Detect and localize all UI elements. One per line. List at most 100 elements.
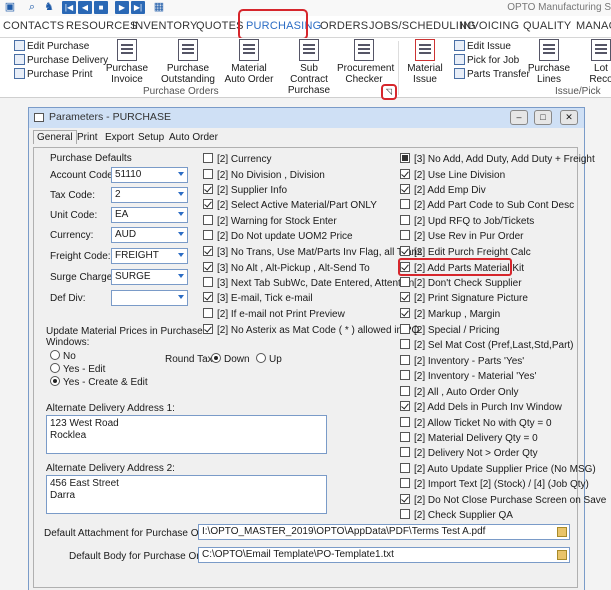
def-div-select[interactable] <box>111 290 188 306</box>
search-icon[interactable]: ⌕ <box>25 1 39 14</box>
email-not-print-preview-checkbox[interactable]: [2] If e-mail not Print Preview <box>203 308 345 321</box>
def-div-label: Def Div: <box>50 293 86 304</box>
next-record-icon[interactable]: ▶ <box>115 1 129 14</box>
material-kit-highlight <box>398 258 512 276</box>
unit-code-select[interactable]: EA <box>111 207 188 223</box>
parts-transfer-button[interactable]: Parts Transfer <box>454 68 530 82</box>
round-tax-down-radio[interactable]: Down <box>211 353 250 366</box>
tab-inventory[interactable]: INVENTORY <box>132 20 198 32</box>
no-alt-checkbox[interactable]: [3] No Alt , Alt-Pickup , Alt-Send To <box>203 262 370 275</box>
tab-setup[interactable]: Setup <box>138 132 164 143</box>
no-asterix-checkbox[interactable]: [2] No Asterix as Mat Code ( * ) allowed… <box>203 324 419 337</box>
edit-purchase-button[interactable]: Edit Purchase <box>14 40 89 54</box>
inventory-parts-checkbox[interactable]: [2] Inventory - Parts 'Yes' <box>400 355 524 368</box>
purchase-outstanding-button[interactable]: Purchase Outstanding <box>160 39 216 85</box>
tab-export[interactable]: Export <box>105 132 134 143</box>
select-active-material-checkbox[interactable]: [2] Select Active Material/Part ONLY <box>203 199 377 212</box>
warning-stock-enter-checkbox[interactable]: [2] Warning for Stock Enter <box>203 215 337 228</box>
inventory-material-checkbox[interactable]: [2] Inventory - Material 'Yes' <box>400 370 536 383</box>
round-tax-up-radio[interactable]: Up <box>256 353 282 366</box>
tab-manage[interactable]: MANAG <box>576 20 611 32</box>
lot-reco-button[interactable]: Lot Reco <box>586 39 611 85</box>
maximize-button[interactable]: □ <box>534 110 552 125</box>
surge-charge-select[interactable]: SURGE <box>111 269 188 285</box>
attachment-path-input[interactable]: I:\OPTO_MASTER_2019\OPTO\AppData\PDF\Ter… <box>198 524 570 540</box>
update-prices-yes-edit-radio[interactable]: Yes - Edit <box>50 363 105 376</box>
tab-print[interactable]: Print <box>77 132 98 143</box>
use-line-division-checkbox[interactable]: [2] Use Line Division <box>400 169 505 182</box>
edit-issue-button[interactable]: Edit Issue <box>454 40 511 54</box>
purchase-delivery-button[interactable]: Purchase Delivery <box>14 54 108 68</box>
minimize-button[interactable]: – <box>510 110 528 125</box>
dialog-title: Parameters - PURCHASE <box>49 111 171 123</box>
no-trans-checkbox[interactable]: [3] No Trans, Use Mat/Parts Inv Flag, al… <box>203 246 422 259</box>
procurement-checker-button[interactable]: Procurement Checker <box>337 39 394 85</box>
do-not-update-uom2-checkbox[interactable]: [2] Do Not update UOM2 Price <box>203 230 353 243</box>
no-division-checkbox[interactable]: [2] No Division , Division <box>203 169 325 182</box>
sub-contract-purchase-button[interactable]: Sub Contract Purchase <box>281 39 337 96</box>
currency-select[interactable]: AUD <box>111 227 188 243</box>
purchase-invoice-button[interactable]: Purchase Invoice <box>103 39 151 85</box>
tab-quality[interactable]: QUALITY <box>523 20 571 32</box>
check-supplier-qa-checkbox[interactable]: [2] Check Supplier QA <box>400 509 513 522</box>
tab-orders[interactable]: ORDERS <box>320 20 368 32</box>
edit-purchase-icon <box>14 40 25 51</box>
add-part-code-checkbox[interactable]: [2] Add Part Code to Sub Cont Desc <box>400 199 574 212</box>
alt-address-2-textarea[interactable]: 456 East Street Darra <box>46 475 327 514</box>
markup-margin-checkbox[interactable]: [2] Markup , Margin <box>400 308 500 321</box>
purchase-lines-button[interactable]: Purchase Lines <box>527 39 571 85</box>
special-pricing-checkbox[interactable]: [2] Special / Pricing <box>400 324 500 337</box>
account-code-select[interactable]: 51110 <box>111 167 188 183</box>
add-dels-checkbox[interactable]: [2] Add Dels in Purch Inv Window <box>400 401 562 414</box>
tab-resources[interactable]: RESOURCES <box>66 20 137 32</box>
purchase-print-icon <box>14 68 25 79</box>
tab-general[interactable]: General <box>33 130 77 144</box>
tab-quotes[interactable]: QUOTES <box>196 20 244 32</box>
window-icon <box>34 113 44 122</box>
dialog-launcher-button[interactable]: ◹ <box>381 84 397 100</box>
purchase-print-button[interactable]: Purchase Print <box>14 68 93 82</box>
first-record-icon[interactable]: |◀ <box>62 1 76 14</box>
import-text-checkbox[interactable]: [2] Import Text [2] (Stock) / [4] (Job Q… <box>400 478 589 491</box>
pick-for-job-button[interactable]: Pick for Job <box>454 54 519 68</box>
upd-rfq-checkbox[interactable]: [2] Upd RFQ to Job/Tickets <box>400 215 534 228</box>
next-tab-subwc-checkbox[interactable]: [3] Next Tab SubWc, Date Entered, Attent… <box>203 277 414 290</box>
update-prices-yes-create-edit-radio[interactable]: Yes - Create & Edit <box>50 376 148 389</box>
supplier-info-checkbox[interactable]: [2] Supplier Info <box>203 184 287 197</box>
print-signature-checkbox[interactable]: [2] Print Signature Picture <box>400 292 528 305</box>
purchase-delivery-icon <box>14 54 25 65</box>
last-record-icon[interactable]: ▶| <box>131 1 145 14</box>
all-auto-order-checkbox[interactable]: [2] All , Auto Order Only <box>400 386 519 399</box>
stop-icon[interactable]: ■ <box>94 1 108 14</box>
do-not-close-purchase-checkbox[interactable]: [2] Do Not Close Purchase Screen on Save <box>400 494 606 507</box>
delivery-not-order-qty-checkbox[interactable]: [2] Delivery Not > Order Qty <box>400 447 538 460</box>
material-issue-button[interactable]: Material Issue <box>404 39 446 85</box>
tab-invoicing[interactable]: INVOICING <box>460 20 519 32</box>
dont-check-supplier-checkbox[interactable]: [2] Don't Check Supplier <box>400 277 522 290</box>
freight-code-select[interactable]: FREIGHT <box>111 248 188 264</box>
body-path-input[interactable]: C:\OPTO\Email Template\PO-Template1.txt <box>198 547 570 563</box>
tab-auto-order[interactable]: Auto Order <box>169 132 218 143</box>
chevron-down-icon <box>178 172 184 176</box>
currency-checkbox[interactable]: [2] Currency <box>203 153 271 166</box>
alt-address-1-textarea[interactable]: 123 West Road Rocklea <box>46 415 327 454</box>
update-prices-no-radio[interactable]: No <box>50 350 76 363</box>
close-button[interactable]: ✕ <box>560 110 578 125</box>
no-add-duty-checkbox[interactable]: [3] No Add, Add Duty, Add Duty + Freight <box>400 153 595 166</box>
browse-folder-icon[interactable] <box>557 527 567 537</box>
binoculars-icon[interactable]: ♞ <box>42 1 56 14</box>
sel-mat-cost-checkbox[interactable]: [2] Sel Mat Cost (Pref,Last,Std,Part) <box>400 339 574 352</box>
email-tick-checkbox[interactable]: [3] E-mail, Tick e-mail <box>203 292 313 305</box>
tax-code-select[interactable]: 2 <box>111 187 188 203</box>
material-auto-order-button[interactable]: Material Auto Order <box>224 39 274 85</box>
auto-update-supplier-price-checkbox[interactable]: [2] Auto Update Supplier Price (No MSG) <box>400 463 596 476</box>
add-emp-div-checkbox[interactable]: [2] Add Emp Div <box>400 184 486 197</box>
use-rev-checkbox[interactable]: [2] Use Rev in Pur Order <box>400 230 523 243</box>
group-label-purchase-orders: Purchase Orders <box>143 86 219 97</box>
previous-record-icon[interactable]: ◀ <box>78 1 92 14</box>
material-delivery-checkbox[interactable]: [2] Material Delivery Qty = 0 <box>400 432 538 445</box>
calendar-icon[interactable]: ▦ <box>152 1 166 14</box>
allow-ticket-checkbox[interactable]: [2] Allow Ticket No with Qty = 0 <box>400 417 552 430</box>
tab-contacts[interactable]: CONTACTS <box>3 20 64 32</box>
browse-folder-icon[interactable] <box>557 550 567 560</box>
